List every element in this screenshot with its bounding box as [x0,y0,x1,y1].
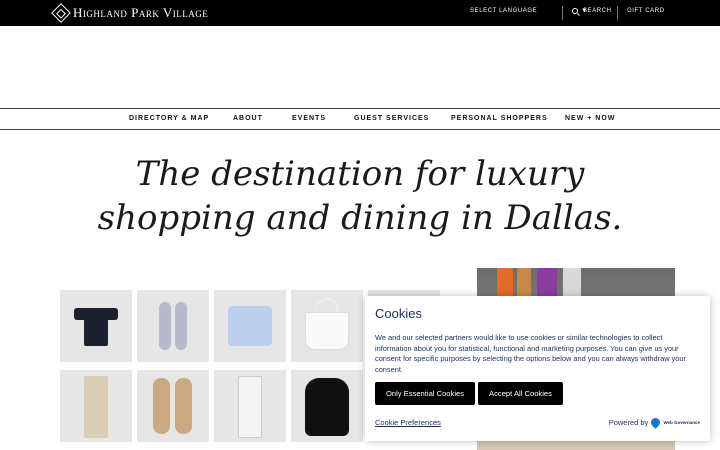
accept-all-cookies-button[interactable]: Accept All Cookies [478,382,563,405]
cookie-banner: Cookies We and our selected partners wou… [365,296,710,441]
logo-text: Highland Park Village [73,5,209,20]
nav-about[interactable]: ABOUT [233,115,263,122]
main-nav: DIRECTORY & MAP ABOUT EVENTS GUEST SERVI… [0,108,720,130]
powered-by: Powered by Web Governance [608,416,700,429]
cookie-title: Cookies [375,306,422,321]
search-icon [572,8,578,14]
shirt-icon [228,306,272,346]
hero-line-1: The destination for luxury [135,154,585,194]
powered-by-label: Powered by [608,418,649,427]
web-governance-icon [649,416,663,429]
divider [562,6,563,20]
site-logo[interactable]: Highland Park Village [51,3,209,23]
language-selector[interactable]: SELECT LANGUAGE ▼ [470,8,588,14]
web-governance-brand: Web Governance [663,420,700,425]
language-label: SELECT LANGUAGE [470,8,538,14]
search-label: SEARCH [583,8,612,14]
logo-mark-icon [51,3,71,23]
top-bar: Highland Park Village SELECT LANGUAGE ▼ … [0,0,720,26]
chinos-icon [84,376,108,438]
hero-line-2: shopping and dining in Dallas. [97,198,623,238]
product-tile[interactable] [291,290,363,362]
nav-personal-shoppers[interactable]: PERSONAL SHOPPERS [451,115,548,122]
search-button[interactable]: SEARCH [572,8,612,14]
cookie-text: We and our selected partners would like … [375,333,686,374]
product-tile[interactable] [60,370,132,442]
essential-cookies-button[interactable]: Only Essential Cookies [375,382,475,405]
patterned-pants-icon [238,376,262,438]
nav-directory-map[interactable]: DIRECTORY & MAP [129,115,209,122]
product-tile[interactable] [60,290,132,362]
product-tile[interactable] [137,290,209,362]
nav-events[interactable]: EVENTS [292,115,326,122]
divider [617,6,618,20]
nav-guest-services[interactable]: GUEST SERVICES [354,115,429,122]
tote-bag-icon [305,312,349,350]
nav-new-now[interactable]: NEW + NOW [565,115,615,122]
sneakers-icon [153,378,193,434]
product-tile[interactable] [291,370,363,442]
hero-headline: The destination for luxury shopping and … [0,152,720,240]
tshirt-icon [74,304,118,348]
gift-card-link[interactable]: GIFT CARD [627,8,665,14]
product-tile[interactable] [214,290,286,362]
product-tile[interactable] [214,370,286,442]
backpack-icon [305,378,349,436]
flats-icon [159,302,189,352]
product-tile[interactable] [137,370,209,442]
cookie-preferences-link[interactable]: Cookie Preferences [375,418,441,427]
